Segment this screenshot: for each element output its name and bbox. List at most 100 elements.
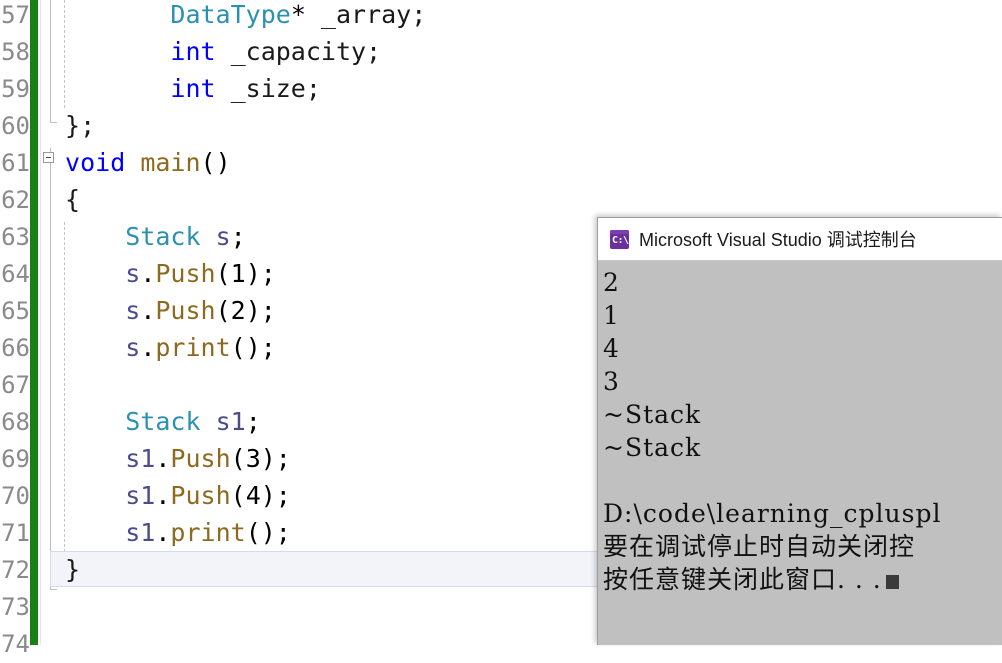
line-number-59: 59 bbox=[1, 75, 30, 103]
code-token: ; bbox=[230, 222, 246, 251]
code-token: main bbox=[140, 148, 201, 177]
code-token: s1 bbox=[125, 481, 156, 510]
code-line-70[interactable]: s1.Push(4); bbox=[125, 477, 291, 514]
line-number-66: 66 bbox=[1, 334, 30, 362]
console-output-text: 2 bbox=[603, 268, 620, 297]
code-token: Push bbox=[170, 481, 231, 510]
console-title-text: Microsoft Visual Studio 调试控制台 bbox=[639, 230, 917, 250]
code-token: s bbox=[125, 333, 141, 362]
code-token: Push bbox=[170, 444, 231, 473]
code-line-58[interactable]: int _capacity; bbox=[170, 33, 381, 70]
change-indicator-bar bbox=[30, 0, 38, 645]
code-token: int bbox=[170, 37, 216, 66]
code-line-72[interactable]: } bbox=[65, 551, 80, 588]
code-token: s bbox=[215, 222, 231, 251]
code-line-59[interactable]: int _size; bbox=[170, 70, 321, 107]
console-output-area[interactable]: 2 1 4 3 ~Stack ~Stack D:\code\learning_cplusp… bbox=[599, 262, 1002, 645]
line-number-62: 62 bbox=[1, 186, 30, 214]
code-line-71[interactable]: s1.print(); bbox=[125, 514, 291, 551]
code-token: . bbox=[140, 296, 156, 325]
code-token: _size; bbox=[215, 74, 321, 103]
code-token: . bbox=[140, 333, 156, 362]
console-output-line: ~Stack bbox=[603, 431, 1002, 464]
console-output-line: 3 bbox=[603, 365, 1002, 398]
code-token: s1 bbox=[215, 407, 246, 436]
code-token: }; bbox=[65, 111, 96, 140]
code-token: s bbox=[125, 259, 141, 288]
code-token: ; bbox=[245, 407, 261, 436]
code-line-63[interactable]: Stack s; bbox=[125, 218, 245, 255]
line-number-69: 69 bbox=[1, 445, 30, 473]
line-number-65: 65 bbox=[1, 297, 30, 325]
code-token: (3); bbox=[230, 444, 291, 473]
console-output-text: 3 bbox=[603, 367, 620, 396]
line-number-72: 72 bbox=[1, 556, 30, 584]
command-prompt-icon: C:\ bbox=[610, 229, 629, 249]
code-token: print bbox=[170, 518, 246, 547]
code-token: Push bbox=[155, 259, 216, 288]
code-line-57[interactable]: DataType* _array; bbox=[170, 0, 426, 33]
code-token: (1); bbox=[215, 259, 276, 288]
console-output-line: 1 bbox=[603, 299, 1002, 332]
code-token: . bbox=[155, 444, 171, 473]
line-number-73: 73 bbox=[1, 593, 30, 621]
code-line-62[interactable]: { bbox=[65, 181, 80, 218]
console-output-text: 1 bbox=[603, 301, 620, 330]
code-token: (4); bbox=[230, 481, 291, 510]
code-line-64[interactable]: s.Push(1); bbox=[125, 255, 276, 292]
console-output-line: D:\code\learning_cpluspl bbox=[603, 497, 1002, 530]
line-number-63: 63 bbox=[1, 223, 30, 251]
collapse-outline-toggle-icon[interactable] bbox=[43, 152, 54, 163]
code-line-60[interactable]: }; bbox=[65, 107, 95, 144]
console-output-line: 要在调试停止时自动关闭控 bbox=[603, 530, 1002, 563]
indent-guide-main-outer bbox=[50, 148, 51, 589]
console-output-text bbox=[603, 466, 612, 495]
code-token: s1 bbox=[125, 518, 156, 547]
console-output-text: 按任意键关闭此窗口. . . bbox=[603, 565, 882, 594]
code-token: int bbox=[170, 74, 216, 103]
console-output-line: 2 bbox=[603, 266, 1002, 299]
code-token: DataType bbox=[170, 0, 291, 29]
console-output-line: ~Stack bbox=[603, 398, 1002, 431]
debug-console-window[interactable]: C:\ Microsoft Visual Studio 调试控制台 2 1 4 3 ~S… bbox=[597, 217, 1002, 645]
code-token: (2); bbox=[215, 296, 276, 325]
line-number-58: 58 bbox=[1, 38, 30, 66]
line-number-67: 67 bbox=[1, 371, 30, 399]
code-token: . bbox=[155, 481, 171, 510]
console-output-line: 按任意键关闭此窗口. . . bbox=[603, 563, 1002, 596]
indent-guide-class-foot bbox=[50, 122, 57, 123]
code-token: Stack bbox=[125, 407, 201, 436]
console-text-cursor bbox=[885, 575, 899, 589]
code-token: () bbox=[200, 148, 231, 177]
code-line-66[interactable]: s.print(); bbox=[125, 329, 276, 366]
code-line-69[interactable]: s1.Push(3); bbox=[125, 440, 291, 477]
code-line-61[interactable]: void main() bbox=[65, 144, 231, 181]
line-number-57: 57 bbox=[1, 1, 30, 29]
line-number-64: 64 bbox=[1, 260, 30, 288]
console-output-line: 4 bbox=[603, 332, 1002, 365]
code-token: . bbox=[140, 259, 156, 288]
code-token: } bbox=[65, 555, 81, 584]
code-token: * bbox=[290, 0, 321, 29]
command-prompt-icon-label: C:\ bbox=[612, 234, 629, 246]
console-title-bar[interactable]: C:\ Microsoft Visual Studio 调试控制台 bbox=[598, 218, 1002, 261]
line-number-61: 61 bbox=[1, 149, 30, 177]
code-line-68[interactable]: Stack s1; bbox=[125, 403, 261, 440]
console-output-text: ~Stack bbox=[603, 433, 702, 462]
indent-guide-main-foot bbox=[50, 589, 57, 590]
code-line-65[interactable]: s.Push(2); bbox=[125, 292, 276, 329]
line-number-60: 60 bbox=[1, 112, 30, 140]
code-token: . bbox=[155, 518, 171, 547]
code-token: s bbox=[125, 296, 141, 325]
code-token: print bbox=[155, 333, 231, 362]
code-token: { bbox=[65, 185, 81, 214]
code-token: (); bbox=[245, 518, 291, 547]
line-number-68: 68 bbox=[1, 408, 30, 436]
code-token: void bbox=[65, 148, 126, 177]
indent-guide-main-inner bbox=[64, 222, 65, 552]
console-output-text: 要在调试停止时自动关闭控 bbox=[603, 532, 916, 561]
line-number-71: 71 bbox=[1, 519, 30, 547]
code-token: s1 bbox=[125, 444, 156, 473]
